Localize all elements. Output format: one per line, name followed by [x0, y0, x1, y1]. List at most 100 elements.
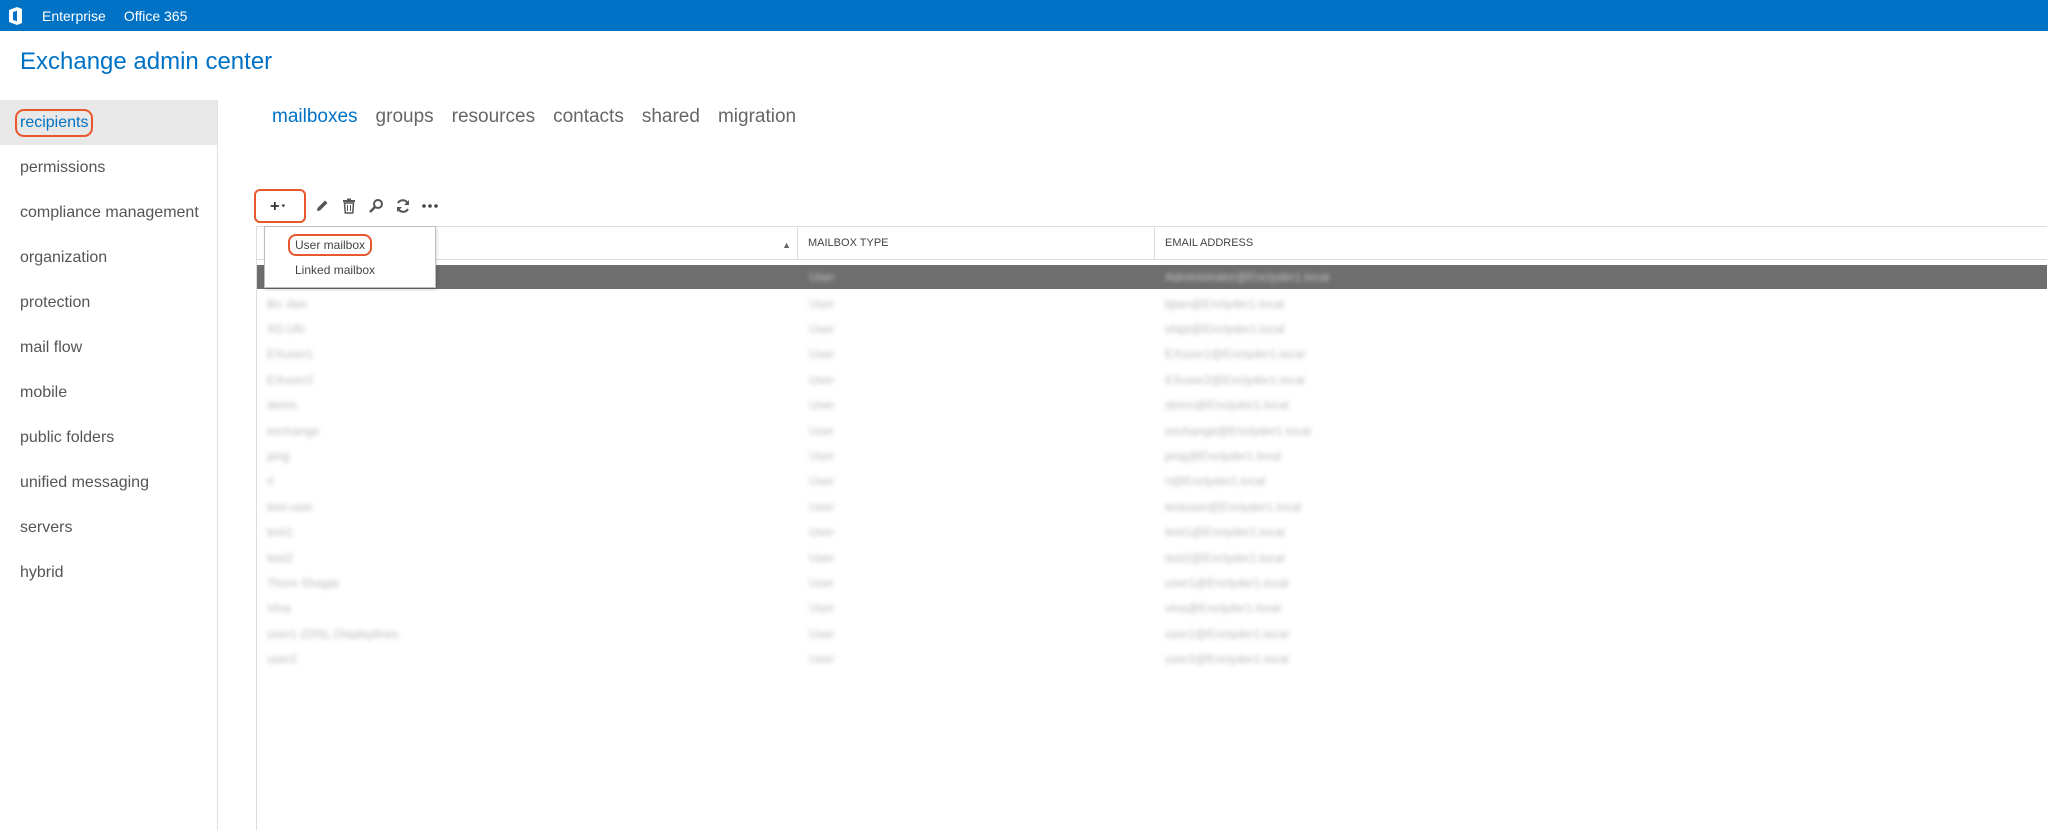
sidebar-item-label: servers	[20, 518, 73, 536]
sidebar-item-label: hybrid	[20, 563, 64, 581]
sidebar-item-label: compliance management	[20, 203, 199, 221]
sort-ascending-icon: ▲	[782, 240, 791, 250]
plus-icon	[270, 202, 286, 210]
table-row[interactable]: EXuser1 User EXuser1@Enclyder1.local	[257, 342, 2047, 367]
table-row[interactable]: user1 (DISL.Displaylines User user1@Enclyd…	[257, 621, 2047, 646]
cell-email-address: xfapt@Enclyder1.local	[1165, 322, 1285, 337]
sidebar: recipients permissions compliance manage…	[0, 100, 218, 830]
cell-mailbox-type: User	[809, 449, 835, 464]
cell-display-name: Bo Jian	[267, 296, 308, 311]
new-button[interactable]	[254, 189, 306, 223]
table-row[interactable]: XD.UN User xfapt@Enclyder1.local	[257, 316, 2047, 341]
grid-header: ▲ MAILBOX TYPE EMAIL ADDRESS	[257, 226, 2047, 260]
sidebar-item-label: unified messaging	[20, 473, 149, 491]
sidebar-item-mobile[interactable]: mobile	[0, 370, 217, 415]
sidebar-item-unified-messaging[interactable]: unified messaging	[0, 460, 217, 505]
cell-display-name: EXuser2	[267, 372, 314, 387]
sidebar-item-label: permissions	[20, 158, 106, 176]
pencil-icon	[317, 200, 328, 211]
top-nav: Enterprise Office 365	[42, 0, 205, 31]
sidebar-item-recipients[interactable]: recipients	[0, 100, 217, 145]
tab-resources[interactable]: resources	[452, 106, 535, 128]
sidebar-item-protection[interactable]: protection	[0, 280, 217, 325]
cell-display-name: user2	[267, 652, 298, 667]
table-row[interactable]: AdministratorUserAdministrator@Enclyder1…	[257, 265, 2047, 289]
table-row[interactable]: ping User ping@Enclyder1.local	[257, 443, 2047, 468]
cell-email-address: EXuser2@Enclyder1.local	[1165, 372, 1305, 387]
tab-mailboxes[interactable]: mailboxes	[272, 106, 358, 128]
toolbar	[254, 189, 444, 223]
topnav-enterprise[interactable]: Enterprise	[42, 8, 106, 24]
sidebar-item-public-folders[interactable]: public folders	[0, 415, 217, 460]
more-button[interactable]	[417, 193, 443, 219]
tab-shared[interactable]: shared	[642, 106, 700, 128]
cell-display-name: ri	[267, 474, 274, 489]
cell-email-address: vina@Enclyder1.local	[1165, 601, 1281, 616]
menu-item-linked-mailbox[interactable]: Linked mailbox	[265, 257, 435, 282]
cell-mailbox-type: User	[809, 550, 835, 565]
cell-mailbox-type: User	[809, 347, 835, 362]
cell-display-name: test.user	[267, 499, 314, 514]
sidebar-item-label: mail flow	[20, 338, 83, 356]
table-row[interactable]: test.user User testuser@Enclyder1.local	[257, 494, 2047, 519]
cell-mailbox-type: User	[809, 626, 835, 641]
sidebar-item-label: public folders	[20, 428, 115, 446]
cell-email-address: demo@Enclyder1.local	[1165, 398, 1289, 413]
search-button[interactable]	[363, 193, 389, 219]
search-icon	[369, 199, 383, 213]
recipients-tabs: mailboxes groups resources contacts shar…	[272, 106, 796, 128]
sidebar-item-permissions[interactable]: permissions	[0, 145, 217, 190]
table-row[interactable]: EXuser2 User EXuser2@Enclyder1.local	[257, 367, 2047, 392]
sidebar-item-label: mobile	[20, 383, 68, 401]
table-row[interactable]: exchange User exchange@Enclyder1.local	[257, 418, 2047, 443]
new-mailbox-dropdown: User mailbox Linked mailbox	[264, 226, 436, 288]
sidebar-item-label: organization	[20, 248, 108, 266]
table-row[interactable]: user2 User user2@Enclyder1.local	[257, 646, 2047, 671]
sidebar-item-mail-flow[interactable]: mail flow	[0, 325, 217, 370]
sidebar-item-servers[interactable]: servers	[0, 505, 217, 550]
more-icon	[422, 204, 438, 208]
office-logo-icon[interactable]	[6, 6, 26, 26]
cell-display-name: test1	[267, 525, 294, 540]
table-row[interactable]: Bo Jian User bjian@Enclyder1.local	[257, 291, 2047, 316]
cell-mailbox-type: User	[809, 322, 835, 337]
cell-email-address: user1@Enclyder1.local	[1165, 575, 1289, 590]
cell-display-name: demo	[267, 398, 298, 413]
cell-display-name: ping	[267, 449, 290, 464]
cell-email-address: user2@Enclyder1.local	[1165, 652, 1289, 667]
table-row[interactable]: Thom Shagar User user1@Enclyder1.local	[257, 570, 2047, 595]
cell-mailbox-type: User	[809, 525, 835, 540]
cell-email-address: test2@Enclyder1.local	[1165, 550, 1285, 565]
cell-email-address: test1@Enclyder1.local	[1165, 525, 1285, 540]
tab-migration[interactable]: migration	[718, 106, 796, 128]
sidebar-item-label: recipients	[14, 108, 94, 137]
cell-mailbox-type: User	[809, 575, 835, 590]
cell-display-name: exchange	[267, 423, 320, 438]
delete-button[interactable]	[336, 193, 362, 219]
cell-display-name: user1 (DISL.Displaylines	[267, 626, 399, 641]
cell-mailbox-type: User	[809, 423, 835, 438]
table-row[interactable]: demo User demo@Enclyder1.local	[257, 393, 2047, 418]
tab-groups[interactable]: groups	[376, 106, 434, 128]
sidebar-item-compliance-management[interactable]: compliance management	[0, 190, 217, 235]
cell-mailbox-type: User	[809, 601, 835, 616]
table-row[interactable]: test2 User test2@Enclyder1.local	[257, 545, 2047, 570]
tab-contacts[interactable]: contacts	[553, 106, 624, 128]
table-row[interactable]: Vina User vina@Enclyder1.local	[257, 596, 2047, 621]
topnav-office365[interactable]: Office 365	[124, 8, 188, 24]
refresh-button[interactable]	[390, 193, 416, 219]
refresh-icon	[397, 199, 409, 213]
menu-item-user-mailbox[interactable]: User mailbox	[265, 232, 435, 257]
sidebar-item-organization[interactable]: organization	[0, 235, 217, 280]
cell-mailbox-type: User	[809, 398, 835, 413]
cell-email-address: exchange@Enclyder1.local	[1165, 423, 1311, 438]
table-row[interactable]: test1 User test1@Enclyder1.local	[257, 520, 2047, 545]
trash-icon	[343, 198, 355, 214]
grid-rows: AdministratorUserAdministrator@Enclyder1…	[257, 261, 2047, 672]
column-mailbox-type[interactable]: MAILBOX TYPE	[798, 227, 1155, 259]
edit-button[interactable]	[309, 193, 335, 219]
cell-email-address: EXuser1@Enclyder1.local	[1165, 347, 1305, 362]
table-row[interactable]: ri User ri@Enclyder1.local	[257, 469, 2047, 494]
column-email-address[interactable]: EMAIL ADDRESS	[1155, 227, 2047, 259]
sidebar-item-hybrid[interactable]: hybrid	[0, 550, 217, 595]
